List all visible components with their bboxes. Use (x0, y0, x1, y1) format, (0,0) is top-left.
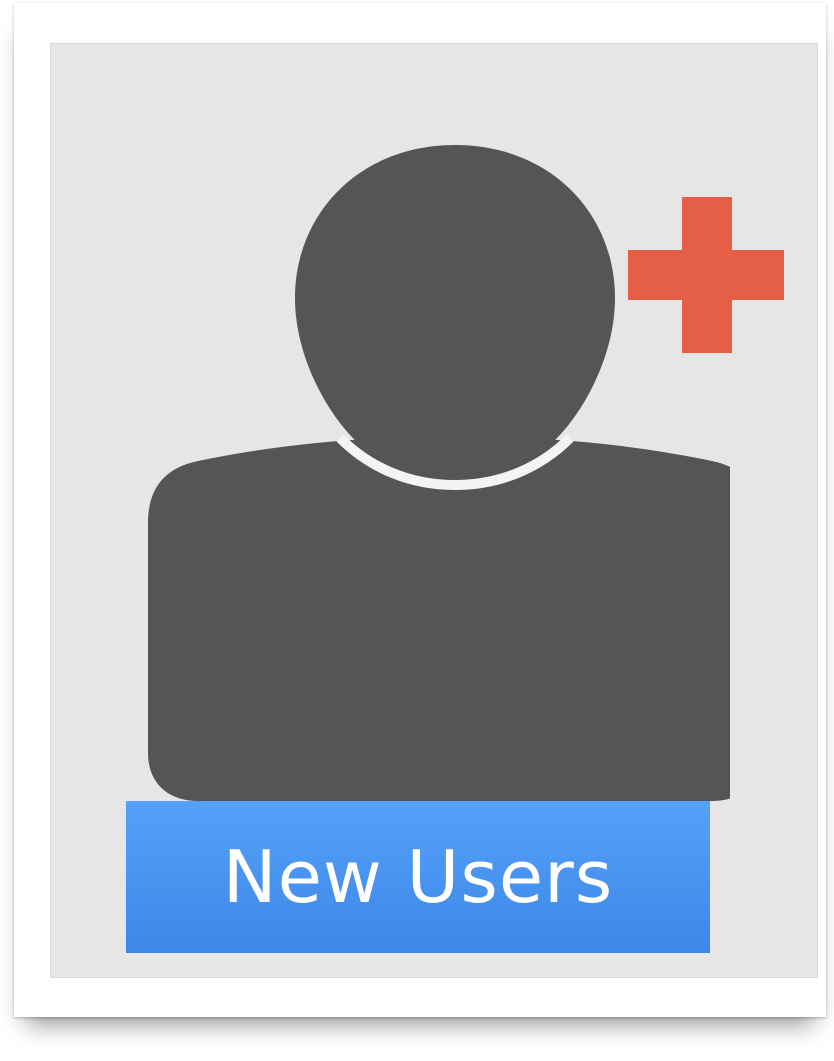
icon-panel: New Users (50, 43, 818, 978)
new-users-label-box[interactable]: New Users (126, 801, 710, 953)
plus-icon (628, 197, 784, 353)
new-users-label: New Users (222, 835, 614, 919)
user-body-shape (148, 438, 730, 801)
user-head-shape (295, 145, 615, 479)
new-users-card[interactable]: New Users (14, 3, 826, 1017)
